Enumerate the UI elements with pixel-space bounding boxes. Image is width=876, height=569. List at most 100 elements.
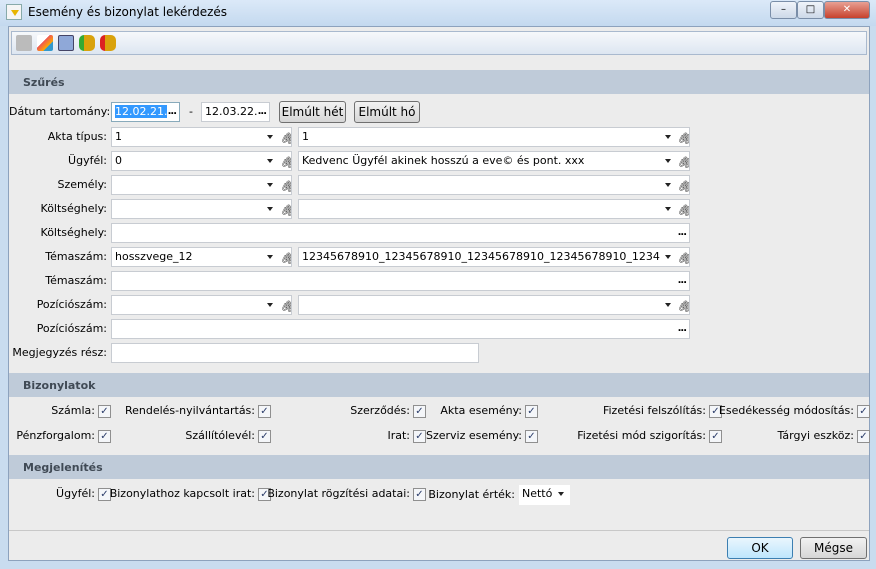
akta-type-right-combo[interactable]: 1 🖇	[298, 127, 690, 147]
cancel-button[interactable]: Mégse	[800, 537, 867, 559]
chevron-down-icon[interactable]	[665, 183, 671, 187]
chevron-down-icon[interactable]	[267, 159, 273, 163]
paperclip-icon[interactable]: 🖇	[280, 298, 291, 314]
browse-button[interactable]: ...	[678, 320, 687, 338]
ok-button[interactable]: OK	[727, 537, 793, 559]
paperclip-icon[interactable]: 🖇	[280, 178, 291, 194]
chevron-down-icon[interactable]	[267, 183, 273, 187]
akta-left-value: 1	[115, 130, 122, 143]
display-option-label: Ügyfél:	[56, 487, 95, 500]
chevron-down-icon[interactable]	[665, 303, 671, 307]
close-button[interactable]: ✕	[824, 1, 870, 19]
display-option-label: Bizonylathoz kapcsolt irat:	[109, 487, 255, 500]
document-type-checkbox[interactable]: ✓	[413, 430, 426, 443]
toolbar	[11, 31, 867, 55]
chevron-down-icon[interactable]	[267, 207, 273, 211]
document-type-label: Számla:	[51, 404, 95, 417]
akta-type-label: Akta típus:	[47, 130, 107, 143]
date-from-picker[interactable]: ...	[168, 103, 177, 121]
date-from-value: 12.02.21.	[115, 105, 168, 118]
section-header-display: Megjelenítés	[9, 455, 869, 479]
chevron-down-icon[interactable]	[267, 135, 273, 139]
position-multi-input[interactable]: ...	[111, 319, 690, 339]
last-week-button[interactable]: Elmúlt hét	[279, 101, 346, 123]
note-label: Megjegyzés rész:	[12, 346, 107, 359]
chevron-down-icon[interactable]	[267, 255, 273, 259]
topic-number-multi-input[interactable]: ...	[111, 271, 690, 291]
calculator-icon[interactable]	[58, 35, 74, 51]
date-separator: -	[189, 105, 193, 118]
maximize-button[interactable]: □	[797, 1, 824, 19]
akta-right-value: 1	[302, 130, 309, 143]
paperclip-icon[interactable]: 🖇	[677, 298, 689, 314]
title-bar: Esemény és bizonylat lekérdezés – □ ✕	[0, 0, 876, 26]
minimize-button[interactable]: –	[770, 1, 797, 19]
paperclip-icon[interactable]: 🖇	[677, 154, 689, 170]
paperclip-icon[interactable]: 🖇	[677, 130, 689, 146]
browse-button[interactable]: ...	[678, 272, 687, 290]
section-header-filter: Szűrés	[9, 70, 869, 94]
paperclip-icon[interactable]: 🖇	[677, 178, 689, 194]
person-right-combo[interactable]: 🖇	[298, 175, 690, 195]
document-type-label: Fizetési felszólítás:	[602, 404, 706, 417]
position-right-combo[interactable]: 🖇	[298, 295, 690, 315]
chevron-down-icon[interactable]	[665, 135, 671, 139]
date-to-picker[interactable]: ...	[258, 103, 267, 121]
cost-center-left-combo[interactable]: 🖇	[111, 199, 292, 219]
topic-number-right-combo[interactable]: 12345678910_12345678910_12345678910_1234…	[298, 247, 690, 267]
document-type-label: Irat:	[387, 429, 410, 442]
date-from-input[interactable]: 12.02.21....	[111, 102, 180, 122]
document-type-checkbox[interactable]: ✓	[525, 405, 538, 418]
client-left-combo[interactable]: 0🖇	[111, 151, 292, 171]
database-green-arrow-icon[interactable]	[79, 35, 95, 51]
chevron-down-icon[interactable]	[558, 492, 564, 496]
document-type-checkbox[interactable]: ✓	[413, 405, 426, 418]
date-to-input[interactable]: 12.03.22....	[201, 102, 270, 122]
person-left-combo[interactable]: 🖇	[111, 175, 292, 195]
document-type-checkbox[interactable]: ✓	[258, 405, 271, 418]
cost-center-right-combo[interactable]: 🖇	[298, 199, 690, 219]
cost-center-multi-input[interactable]: ...	[111, 223, 690, 243]
footer-divider	[9, 530, 869, 531]
chevron-down-icon[interactable]	[665, 159, 671, 163]
paperclip-icon[interactable]: 🖇	[280, 202, 291, 218]
document-type-checkbox[interactable]: ✓	[857, 405, 870, 418]
document-type-label: Szerződés:	[350, 404, 410, 417]
paperclip-icon[interactable]: 🖇	[677, 250, 689, 266]
date-range-label: Dátum tartomány:	[9, 105, 111, 118]
chevron-down-icon[interactable]	[665, 255, 671, 259]
client-label: Ügyfél:	[68, 154, 107, 167]
document-type-checkbox[interactable]: ✓	[98, 405, 111, 418]
document-type-checkbox[interactable]: ✓	[525, 430, 538, 443]
database-red-arrow-icon[interactable]	[100, 35, 116, 51]
paperclip-icon[interactable]: 🖇	[280, 154, 291, 170]
document-value-select[interactable]: Nettó	[519, 485, 570, 505]
document-type-checkbox[interactable]: ✓	[709, 430, 722, 443]
document-type-label: Akta esemény:	[440, 404, 522, 417]
paperclip-icon[interactable]: 🖇	[677, 202, 689, 218]
phone-icon[interactable]	[16, 35, 32, 51]
client-right-combo[interactable]: Kedvenc Ügyfél akinek hosszú a eve© és p…	[298, 151, 690, 171]
browse-button[interactable]: ...	[678, 224, 687, 242]
person-label: Személy:	[57, 178, 107, 191]
akta-type-left-combo[interactable]: 1🖇	[111, 127, 292, 147]
document-value-label: Bizonylat érték:	[428, 488, 515, 501]
last-month-button[interactable]: Elmúlt hó	[354, 101, 420, 123]
topic-right-value: 12345678910_12345678910_12345678910_1234…	[302, 250, 660, 263]
position-number-2-label: Pozíciószám:	[36, 322, 107, 335]
note-input[interactable]	[111, 343, 479, 363]
document-type-checkbox[interactable]: ✓	[98, 430, 111, 443]
chevron-down-icon[interactable]	[267, 303, 273, 307]
document-type-label: Esedékesség módosítás:	[718, 404, 854, 417]
display-option-label: Bizonylat rögzítési adatai:	[267, 487, 410, 500]
position-left-combo[interactable]: 🖇	[111, 295, 292, 315]
document-type-label: Szerviz esemény:	[425, 429, 522, 442]
document-type-checkbox[interactable]: ✓	[857, 430, 870, 443]
edit-icon[interactable]	[37, 35, 53, 51]
topic-number-left-combo[interactable]: hosszvege_12 🖇	[111, 247, 292, 267]
paperclip-icon[interactable]: 🖇	[280, 250, 291, 266]
paperclip-icon[interactable]: 🖇	[280, 130, 291, 146]
chevron-down-icon[interactable]	[665, 207, 671, 211]
client-right-value: Kedvenc Ügyfél akinek hosszú a eve© és p…	[302, 154, 585, 167]
document-type-checkbox[interactable]: ✓	[258, 430, 271, 443]
